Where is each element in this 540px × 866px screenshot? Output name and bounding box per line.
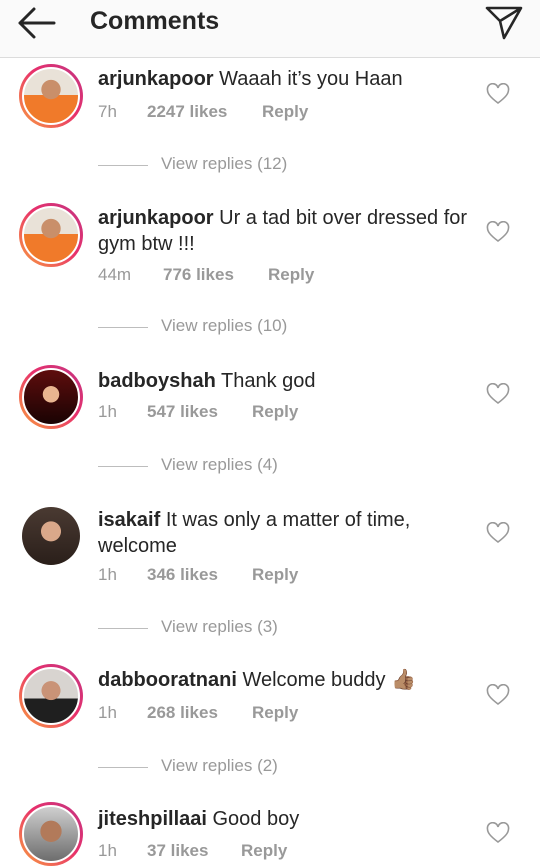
comment-time: 1h <box>98 841 117 860</box>
comment-username[interactable]: dabbooratnani <box>98 669 237 691</box>
comment-time: 7h <box>98 102 117 121</box>
arrow-left-icon[interactable] <box>16 6 58 40</box>
heart-icon[interactable] <box>486 684 510 706</box>
comment-username[interactable]: badboyshah <box>98 370 216 392</box>
likes-count[interactable]: 268 likes <box>147 703 218 723</box>
heart-icon[interactable] <box>486 383 510 405</box>
likes-count[interactable]: 346 likes <box>147 565 218 585</box>
comment-text: Welcome buddy <box>242 669 386 691</box>
likes-count[interactable]: 776 likes <box>163 265 234 285</box>
divider <box>98 628 148 629</box>
avatar[interactable] <box>19 64 83 128</box>
reply-button[interactable]: Reply <box>252 402 298 422</box>
header-bar: Comments <box>0 0 540 58</box>
heart-icon[interactable] <box>486 822 510 844</box>
reply-button[interactable]: Reply <box>252 703 298 723</box>
heart-icon[interactable] <box>486 522 510 544</box>
avatar[interactable] <box>19 802 83 866</box>
divider <box>98 767 148 768</box>
likes-count[interactable]: 547 likes <box>147 402 218 422</box>
divider <box>98 327 148 328</box>
paper-plane-icon[interactable] <box>484 4 524 42</box>
comment-username[interactable]: arjunkapoor <box>98 207 214 229</box>
thumbs-up-emoji-icon: 👍🏽 <box>391 669 416 691</box>
comment-text: Waaah it’s you Haan <box>219 68 403 90</box>
heart-icon[interactable] <box>486 83 510 105</box>
likes-count[interactable]: 37 likes <box>147 841 208 861</box>
avatar[interactable] <box>19 365 83 429</box>
comment-time: 1h <box>98 565 117 584</box>
likes-count[interactable]: 2247 likes <box>147 102 227 122</box>
divider <box>98 165 148 166</box>
comment-time: 1h <box>98 703 117 722</box>
heart-icon[interactable] <box>486 221 510 243</box>
reply-button[interactable]: Reply <box>268 265 314 285</box>
avatar[interactable] <box>19 203 83 267</box>
comment-text: Thank god <box>221 370 316 392</box>
comment-username[interactable]: arjunkapoor <box>98 68 214 90</box>
avatar[interactable] <box>22 507 80 565</box>
reply-button[interactable]: Reply <box>241 841 287 861</box>
page-title: Comments <box>90 7 220 35</box>
divider <box>98 466 148 467</box>
reply-button[interactable]: Reply <box>252 565 298 585</box>
reply-button[interactable]: Reply <box>262 102 308 122</box>
avatar[interactable] <box>19 664 83 728</box>
comment-time: 44m <box>98 265 132 284</box>
comment-username[interactable]: isakaif <box>98 509 160 531</box>
comment-time: 1h <box>98 402 117 421</box>
comment-text: Good boy <box>212 808 300 830</box>
comment-username[interactable]: jiteshpillaai <box>98 808 207 830</box>
